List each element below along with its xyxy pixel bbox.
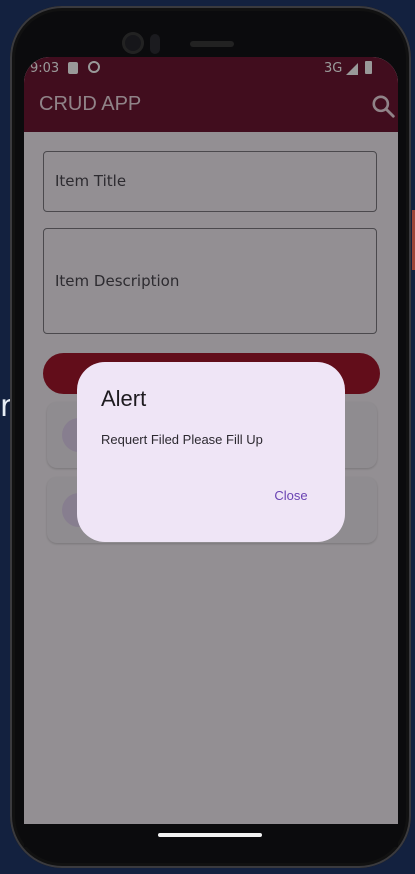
dialog-title: Alert [101, 386, 147, 411]
home-indicator[interactable] [158, 833, 262, 837]
earpiece-speaker [190, 41, 234, 47]
camera-sensor [150, 34, 160, 54]
alert-dialog: Alert Requert Filed Please Fill Up Close [77, 362, 345, 542]
app-screen: 9:03 3G CRUD APP Item Title Item Descrip… [24, 57, 398, 847]
close-button[interactable]: Close [267, 486, 315, 506]
front-camera [122, 32, 144, 54]
dialog-message: Requert Filed Please Fill Up [101, 432, 263, 447]
